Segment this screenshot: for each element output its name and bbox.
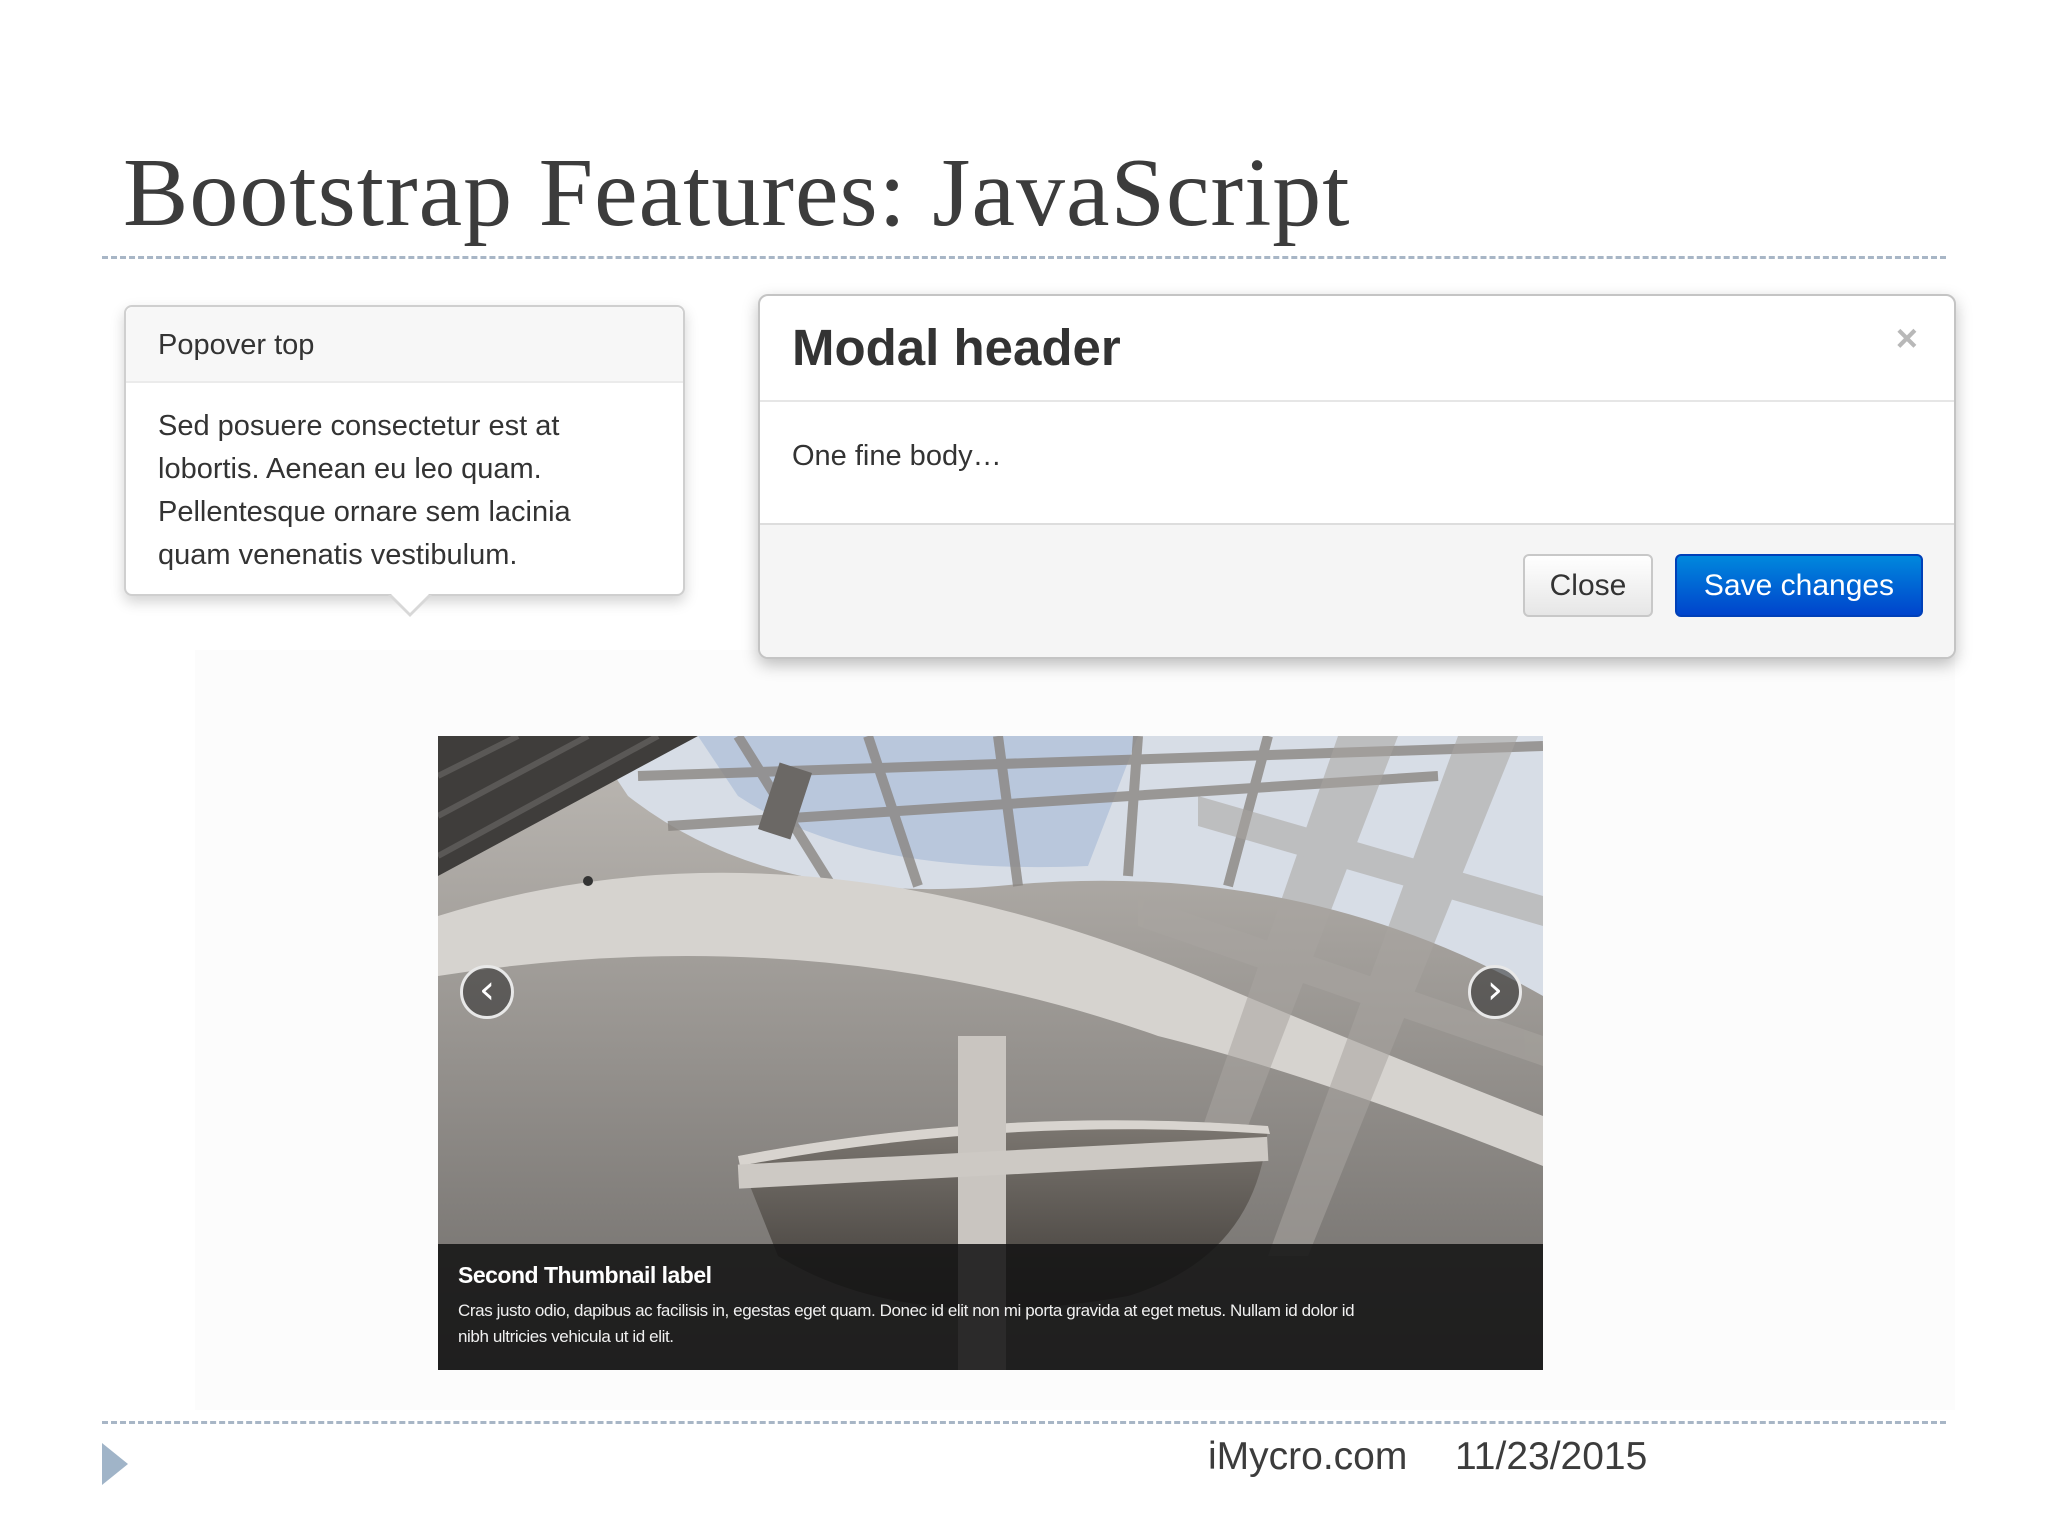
- popover-body-line: quam venenatis vestibulum.: [158, 539, 518, 571]
- caption-line: Cras justo odio, dapibus ac facilisis in…: [458, 1301, 1355, 1320]
- modal-body: One fine body…: [792, 440, 1002, 472]
- modal-title: Modal header: [792, 319, 1121, 376]
- modal-dialog: Modal header × One fine body… Close Save…: [758, 294, 1956, 659]
- carousel-caption: Second Thumbnail label Cras justo odio, …: [438, 1244, 1543, 1370]
- footer-divider: [102, 1421, 1946, 1424]
- title-divider: [102, 256, 1946, 259]
- popover-body-line: lobortis. Aenean eu leo quam.: [158, 453, 542, 485]
- close-button[interactable]: Close: [1523, 554, 1653, 617]
- caption-line: nibh ultricies vehicula ut id elit.: [458, 1327, 674, 1346]
- chevron-left-icon[interactable]: ‹: [460, 965, 514, 1019]
- save-changes-button[interactable]: Save changes: [1675, 554, 1923, 617]
- modal-header: Modal header ×: [760, 296, 1954, 402]
- chevron-right-icon[interactable]: ›: [1468, 965, 1522, 1019]
- modal-footer: Close Save changes: [760, 523, 1954, 657]
- footer-site: iMycro.com: [1208, 1435, 1408, 1478]
- popover-arrow: [388, 593, 432, 617]
- carousel: ‹ › Second Thumbnail label Cras justo od…: [438, 736, 1543, 1370]
- caption-text: Cras justo odio, dapibus ac facilisis in…: [458, 1298, 1523, 1350]
- popover: Popover top Sed posuere consectetur est …: [124, 305, 685, 617]
- caption-title: Second Thumbnail label: [458, 1262, 712, 1288]
- footer-date: 11/23/2015: [1455, 1435, 1648, 1478]
- popover-title: Popover top: [126, 307, 683, 383]
- popover-body-line: Pellentesque ornare sem lacinia: [158, 496, 571, 528]
- popover-body: Sed posuere consectetur est at lobortis.…: [126, 383, 683, 577]
- popover-body-line: Sed posuere consectetur est at: [158, 410, 560, 442]
- triangle-right-icon: [102, 1443, 128, 1485]
- slide-title: Bootstrap Features: JavaScript: [123, 139, 1351, 247]
- close-icon[interactable]: ×: [1896, 318, 1918, 361]
